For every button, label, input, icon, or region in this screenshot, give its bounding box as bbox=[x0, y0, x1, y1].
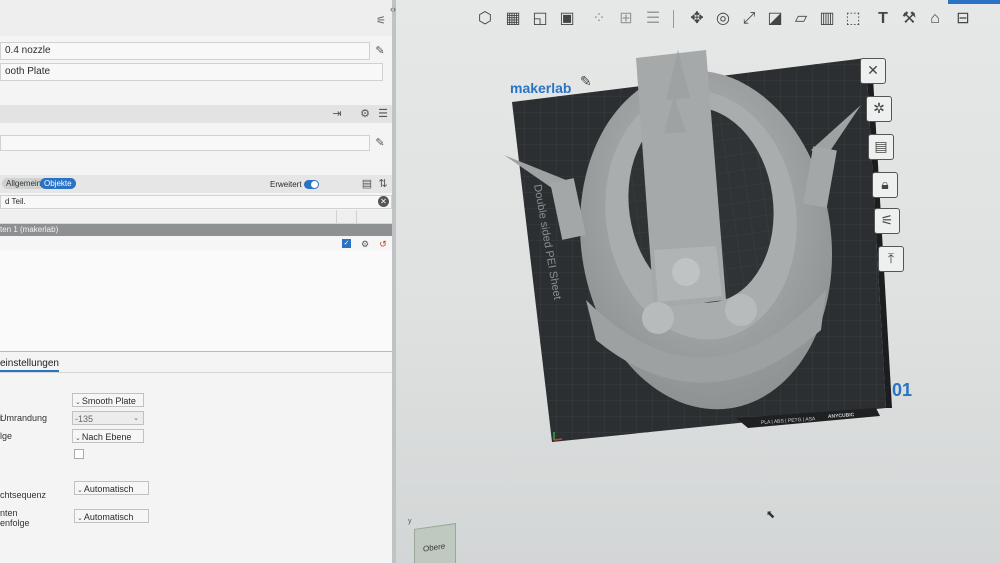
tab-objects[interactable]: Objekte bbox=[40, 178, 76, 189]
sort-icon[interactable]: ⇅ bbox=[376, 177, 390, 191]
object-tabs-bar: Allgemein Objekte Erweitert ▤ ⇅ bbox=[0, 175, 392, 193]
object-row-plate[interactable]: ten 1 (makerlab) bbox=[0, 224, 392, 236]
object-row-label: ten 1 (makerlab) bbox=[0, 225, 59, 234]
tab-general[interactable]: Allgemein bbox=[2, 178, 46, 189]
brim-angle-input[interactable]: -135 ⌄ bbox=[72, 411, 144, 425]
build-plate-scene[interactable]: Double sided PEI Sheet PLA | ABS | PETG … bbox=[396, 0, 1000, 563]
axis-y-label: y bbox=[408, 518, 412, 525]
reset-icon[interactable]: ↺ bbox=[376, 237, 390, 251]
visible-checkbox[interactable]: ✓ bbox=[342, 239, 351, 248]
orient-plate-icon[interactable]: ✲ bbox=[866, 96, 892, 122]
object-search-input[interactable]: d Teil. bbox=[0, 195, 392, 209]
view-cube[interactable]: Obere bbox=[414, 523, 456, 563]
plate-type-value: ooth Plate bbox=[5, 66, 51, 77]
filament-list-icon[interactable]: ☰ bbox=[376, 107, 390, 121]
setting-label-sequence: chtsequenz bbox=[0, 490, 47, 500]
upload-icon[interactable]: ⤒ bbox=[878, 246, 904, 272]
setting-label-brim: Umrandung bbox=[0, 413, 48, 423]
list-view-icon[interactable]: ▤ bbox=[360, 177, 374, 191]
edit-filament-icon[interactable]: ✎ bbox=[373, 136, 387, 150]
filament-header: ⇥ ⚙ ☰ bbox=[0, 105, 392, 123]
plate-settings-icon[interactable]: ⚟ bbox=[874, 208, 900, 234]
layer-sequence-dropdown[interactable]: ⌄Automatisch bbox=[74, 481, 149, 495]
plate-maker-label: ANYCUBIC bbox=[828, 412, 855, 420]
print-order-dropdown[interactable]: ⌄Nach Ebene bbox=[72, 429, 144, 443]
plate-type-select[interactable]: ooth Plate bbox=[0, 63, 383, 81]
setting-label-order: lge bbox=[0, 431, 13, 441]
arrange-plate-icon[interactable]: ▤ bbox=[868, 134, 894, 160]
search-text: d Teil. bbox=[5, 197, 26, 206]
bed-type-dropdown[interactable]: ⌄Smooth Plate bbox=[72, 393, 144, 407]
section-divider bbox=[0, 372, 392, 373]
object-list-area bbox=[0, 251, 392, 352]
advanced-label: Erweitert bbox=[270, 180, 302, 189]
plate-brand-label: makerlab bbox=[510, 80, 572, 96]
edit-printer-icon[interactable]: ✎ bbox=[373, 44, 387, 58]
view-cube-label: Obere bbox=[423, 541, 446, 554]
object-list-header bbox=[0, 210, 392, 224]
printer-select[interactable]: 0.4 nozzle bbox=[0, 42, 370, 60]
3d-viewport[interactable]: ⬡ ▦ ◱ ▣ ⁘ ⊞ ☰ ✥ ◎ ⤢ ◪ ▱ ▥ ⬚ T ⚒ ⌂ ⊟ Doub… bbox=[396, 0, 1000, 563]
printer-header: ⚟ bbox=[0, 0, 392, 36]
option-checkbox[interactable] bbox=[74, 449, 84, 459]
object-settings-icon[interactable]: ⚙ bbox=[358, 237, 372, 251]
object-row-child[interactable]: ✓ ⚙ ↺ bbox=[0, 237, 392, 251]
filament-order-dropdown[interactable]: ⌄Automatisch bbox=[74, 509, 149, 523]
advanced-toggle[interactable] bbox=[304, 180, 319, 189]
setting-label-filament-order: nten enfolge bbox=[0, 508, 30, 528]
close-icon[interactable]: ✕ bbox=[860, 58, 886, 84]
printer-value: 0.4 nozzle bbox=[5, 45, 51, 56]
filament-settings-icon[interactable]: ⚙ bbox=[358, 107, 372, 121]
section-title: einstellungen bbox=[0, 358, 59, 372]
clear-search-icon[interactable]: ✕ bbox=[378, 196, 389, 207]
settings-panel: ⚟ 0.4 nozzle ✎ ooth Plate ⇥ ⚙ ☰ ✎ Allgem… bbox=[0, 0, 392, 563]
lock-icon[interactable]: 🔒︎ bbox=[872, 172, 898, 198]
settings-sliders-icon[interactable]: ⚟ bbox=[374, 14, 388, 28]
edit-plate-name-icon[interactable]: ✎ bbox=[580, 73, 592, 90]
filament-select[interactable] bbox=[0, 135, 370, 151]
mouse-cursor-icon: ⬉ bbox=[766, 509, 776, 521]
plate-number: 01 bbox=[892, 380, 913, 400]
sync-icon[interactable]: ⇥ bbox=[330, 107, 344, 121]
